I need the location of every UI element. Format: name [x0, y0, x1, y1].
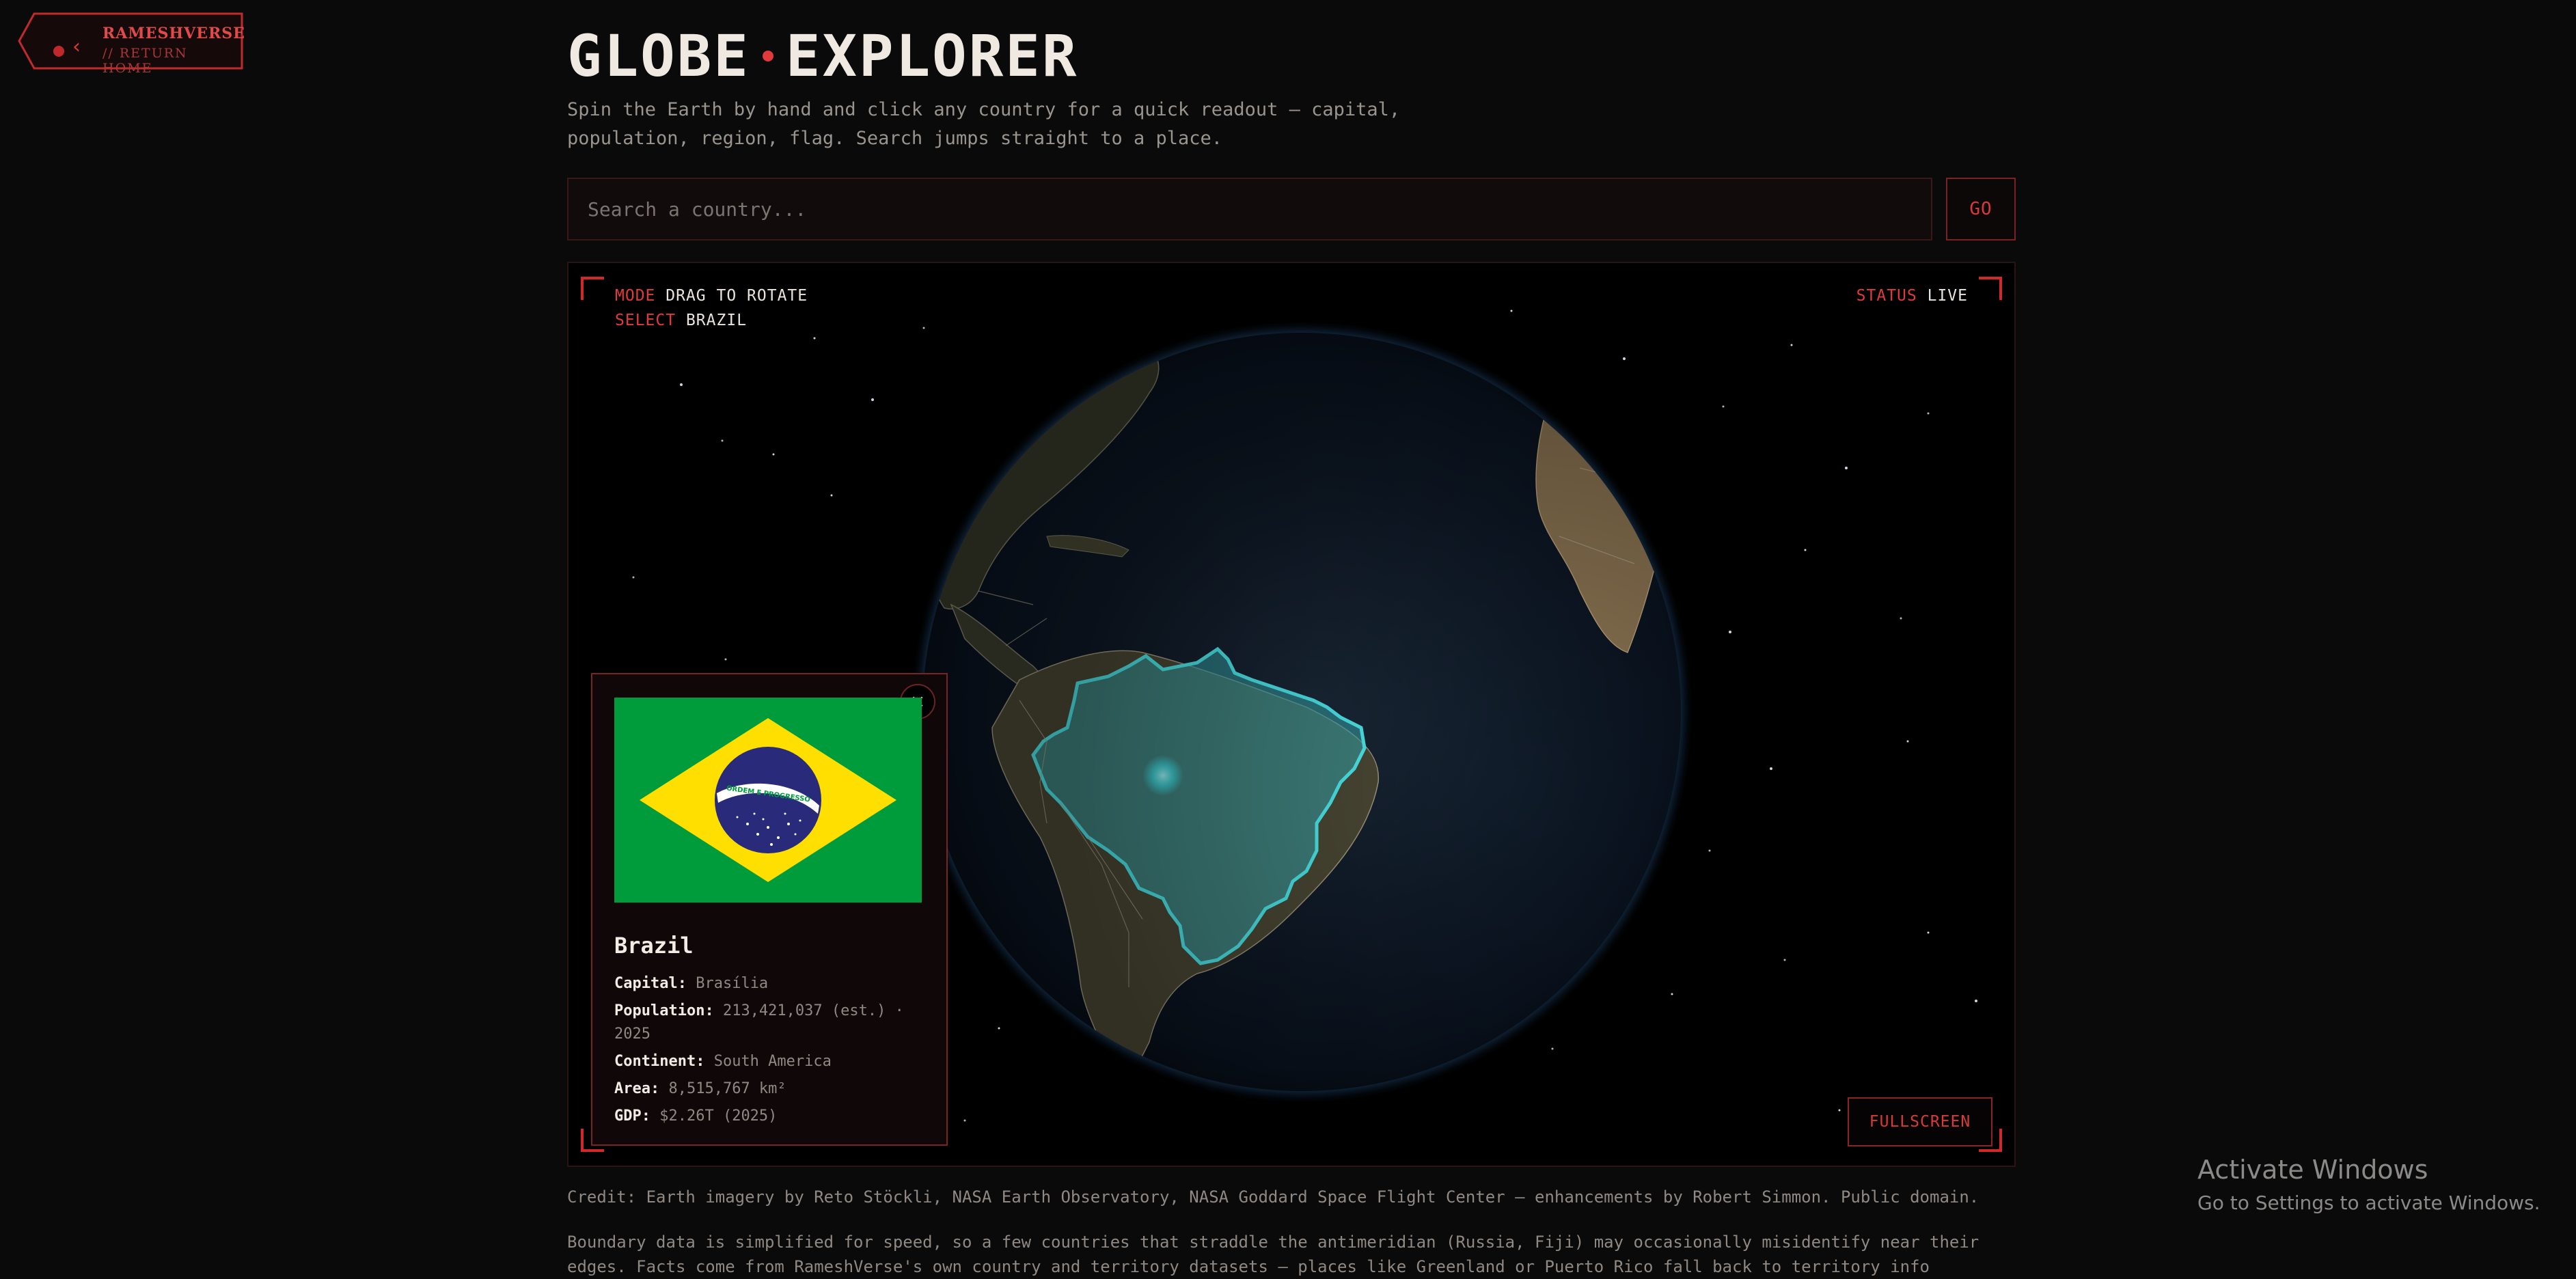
hud-top-right: STATUS LIVE — [1856, 284, 1968, 308]
os-activation-watermark: Activate Windows Go to Settings to activ… — [2197, 1155, 2540, 1214]
brand-name: RAMESHVERSE — [102, 25, 245, 42]
page-title: GLOBE EXPLORER — [567, 27, 1078, 85]
corner-bracket-icon — [1979, 277, 2002, 300]
brazil-flag: ORDEM E PROGRESSO — [614, 698, 922, 903]
globe-shading — [922, 333, 1681, 1091]
title-dot-icon — [762, 51, 773, 61]
select-value: BRAZIL — [685, 312, 748, 329]
fact-continent: Continent: South America — [614, 1050, 935, 1073]
status-value: LIVE — [1927, 287, 1968, 305]
hud-top-left: MODE DRAG TO ROTATE SELECT BRAZIL — [615, 284, 808, 333]
country-info-card: × ORDEM E PROGRESSO Brazil Capital: Bras… — [591, 673, 948, 1146]
title-globe: GLOBE — [567, 23, 750, 90]
image-credit: Credit: Earth imagery by Reto Stöckli, N… — [567, 1187, 1979, 1207]
country-name: Brazil — [614, 933, 694, 959]
country-search-input[interactable] — [567, 178, 1932, 240]
return-home-link[interactable]: ‹ RAMESHVERSE // RETURN HOME — [18, 12, 245, 76]
fullscreen-button[interactable]: FULLSCREEN — [1848, 1097, 1992, 1146]
fact-label: Capital: — [614, 975, 687, 992]
globe[interactable] — [911, 303, 1693, 1103]
status-label: STATUS — [1856, 287, 1917, 305]
go-button[interactable]: GO — [1946, 178, 2016, 240]
fact-label: GDP: — [614, 1108, 650, 1125]
fact-value: $2.26T (2025) — [659, 1108, 778, 1125]
return-home-label: // RETURN HOME — [102, 46, 188, 76]
watermark-title: Activate Windows — [2197, 1155, 2428, 1185]
mode-label: MODE — [615, 287, 656, 305]
land-greenland[interactable] — [1265, 303, 1327, 321]
fact-capital: Capital: Brasília — [614, 972, 935, 995]
fact-label: Population: — [614, 1002, 714, 1019]
data-note: Boundary data is simplified for speed, s… — [567, 1233, 1979, 1276]
fact-value: Brasília — [696, 975, 769, 992]
watermark-subtitle: Go to Settings to activate Windows. — [2197, 1192, 2540, 1214]
fact-population: Population: 213,421,037 (est.) · 2025 — [614, 1000, 935, 1046]
fact-value: 8,515,767 km² — [668, 1080, 786, 1097]
title-explorer: EXPLORER — [785, 23, 1079, 90]
fact-label: Continent: — [614, 1053, 705, 1070]
corner-bracket-icon — [581, 277, 604, 300]
fact-gdp: GDP: $2.26T (2025) — [614, 1105, 935, 1128]
page-description: Spin the Earth by hand and click any cou… — [567, 99, 1401, 149]
select-label: SELECT — [615, 312, 676, 329]
mode-value: DRAG TO ROTATE — [666, 287, 808, 305]
chevron-left-icon: ‹ — [72, 35, 81, 59]
status-dot-icon — [53, 46, 64, 57]
fact-area: Area: 8,515,767 km² — [614, 1077, 935, 1101]
fact-value: South America — [713, 1053, 832, 1070]
fact-label: Area: — [614, 1080, 660, 1097]
globe-viewport[interactable]: MODE DRAG TO ROTATE SELECT BRAZIL STATUS… — [567, 262, 2016, 1167]
country-facts: Capital: Brasília Population: 213,421,03… — [614, 972, 935, 1132]
